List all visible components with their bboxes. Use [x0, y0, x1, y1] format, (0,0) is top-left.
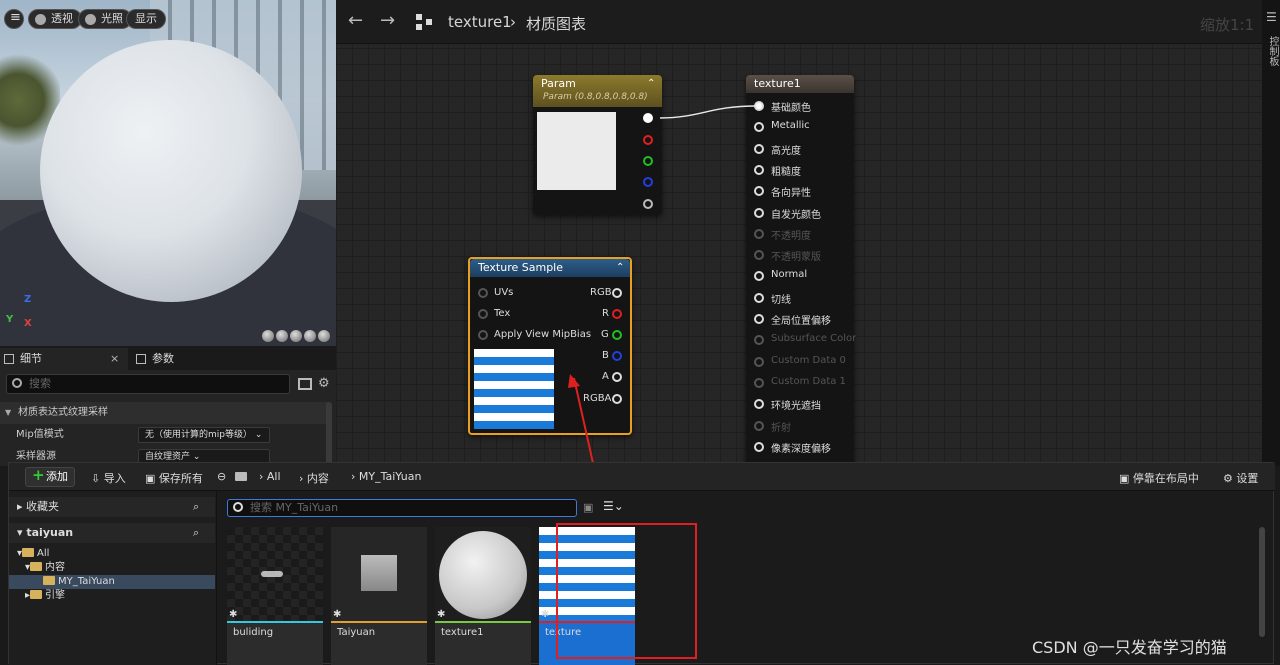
asset-modified-icon: ✱: [333, 609, 342, 620]
dock-in-layout-button[interactable]: ▣ 停靠在布局中: [1119, 470, 1199, 486]
annotation-highlight-box: [556, 523, 697, 659]
annotation-arrow-head: [568, 374, 580, 388]
import-button[interactable]: ⇩ 导入: [91, 470, 126, 486]
dock-icon: ▣: [1119, 472, 1130, 485]
tree-item-engine[interactable]: ▸ 引擎: [9, 589, 215, 603]
content-browser-toolbar: 添加 ⇩ 导入 ▣ 保存所有 ⊖ › All › 内容 › MY_TaiYuan…: [9, 463, 1275, 491]
material-sphere-thumb: [439, 531, 527, 619]
sources-panel: ▸ 收藏夹 ⌕ ▾ taiyuan ⌕ ▾ All ▾ 内容 MY_TaiYuan …: [9, 491, 217, 665]
folder-icon: [30, 562, 43, 571]
asset-thumbnail: [331, 527, 427, 621]
folder-icon: [43, 576, 55, 585]
asset-search-input[interactable]: 搜索 MY_TaiYuan: [227, 499, 577, 517]
asset-tile[interactable]: ✱ buliding: [227, 527, 323, 665]
project-header[interactable]: ▾ taiyuan ⌕: [9, 523, 215, 543]
tree-item-all[interactable]: ▾ All: [9, 547, 215, 561]
asset-modified-icon: ✱: [437, 609, 446, 620]
tree-item-content[interactable]: ▾ 内容: [9, 561, 215, 575]
asset-type-bar: [435, 621, 531, 623]
save-all-button[interactable]: ▣ 保存所有: [145, 470, 203, 486]
gear-icon: ⚙: [1223, 472, 1233, 485]
asset-thumbnail: [435, 527, 531, 621]
folder-icon: [235, 470, 250, 483]
search-icon[interactable]: ⌕: [193, 523, 199, 543]
asset-tile[interactable]: ✱ Taiyuan: [331, 527, 427, 665]
save-search-icon[interactable]: ▣: [583, 501, 593, 514]
asset-type-bar: [331, 621, 427, 623]
add-button[interactable]: 添加: [25, 466, 75, 487]
search-icon[interactable]: ⌕: [193, 497, 199, 517]
path-crumb[interactable]: › MY_TaiYuan: [351, 470, 421, 483]
connection-wire: [659, 105, 757, 119]
asset-modified-icon: ✱: [229, 609, 238, 620]
asset-tile[interactable]: ✱ texture1: [435, 527, 531, 665]
history-icon[interactable]: ⊖: [217, 470, 226, 483]
asset-scrollbar[interactable]: [1259, 527, 1265, 637]
folder-icon: [22, 548, 35, 557]
path-crumb[interactable]: › 内容: [299, 470, 329, 486]
filter-icon[interactable]: ☰⌄: [603, 499, 624, 513]
asset-modified-icon: ✱: [541, 609, 550, 620]
search-icon: [233, 502, 243, 512]
favorites-header[interactable]: ▸ 收藏夹 ⌕: [9, 497, 215, 517]
path-crumb[interactable]: › All: [259, 470, 281, 483]
settings-button[interactable]: ⚙ 设置: [1223, 470, 1258, 486]
tree-item-my-taiyuan[interactable]: MY_TaiYuan: [9, 575, 215, 589]
save-icon: ▣: [145, 472, 156, 485]
asset-thumbnail: [227, 527, 323, 621]
static-mesh-icon: [361, 555, 397, 591]
chevron-right-icon: ▸: [17, 500, 23, 513]
chevron-down-icon: ▾: [17, 526, 23, 539]
folder-icon: [30, 590, 43, 599]
asset-type-bar: [227, 621, 323, 623]
watermark: CSDN @一只发奋学习的猫: [1032, 638, 1227, 657]
import-icon: ⇩: [91, 472, 101, 485]
